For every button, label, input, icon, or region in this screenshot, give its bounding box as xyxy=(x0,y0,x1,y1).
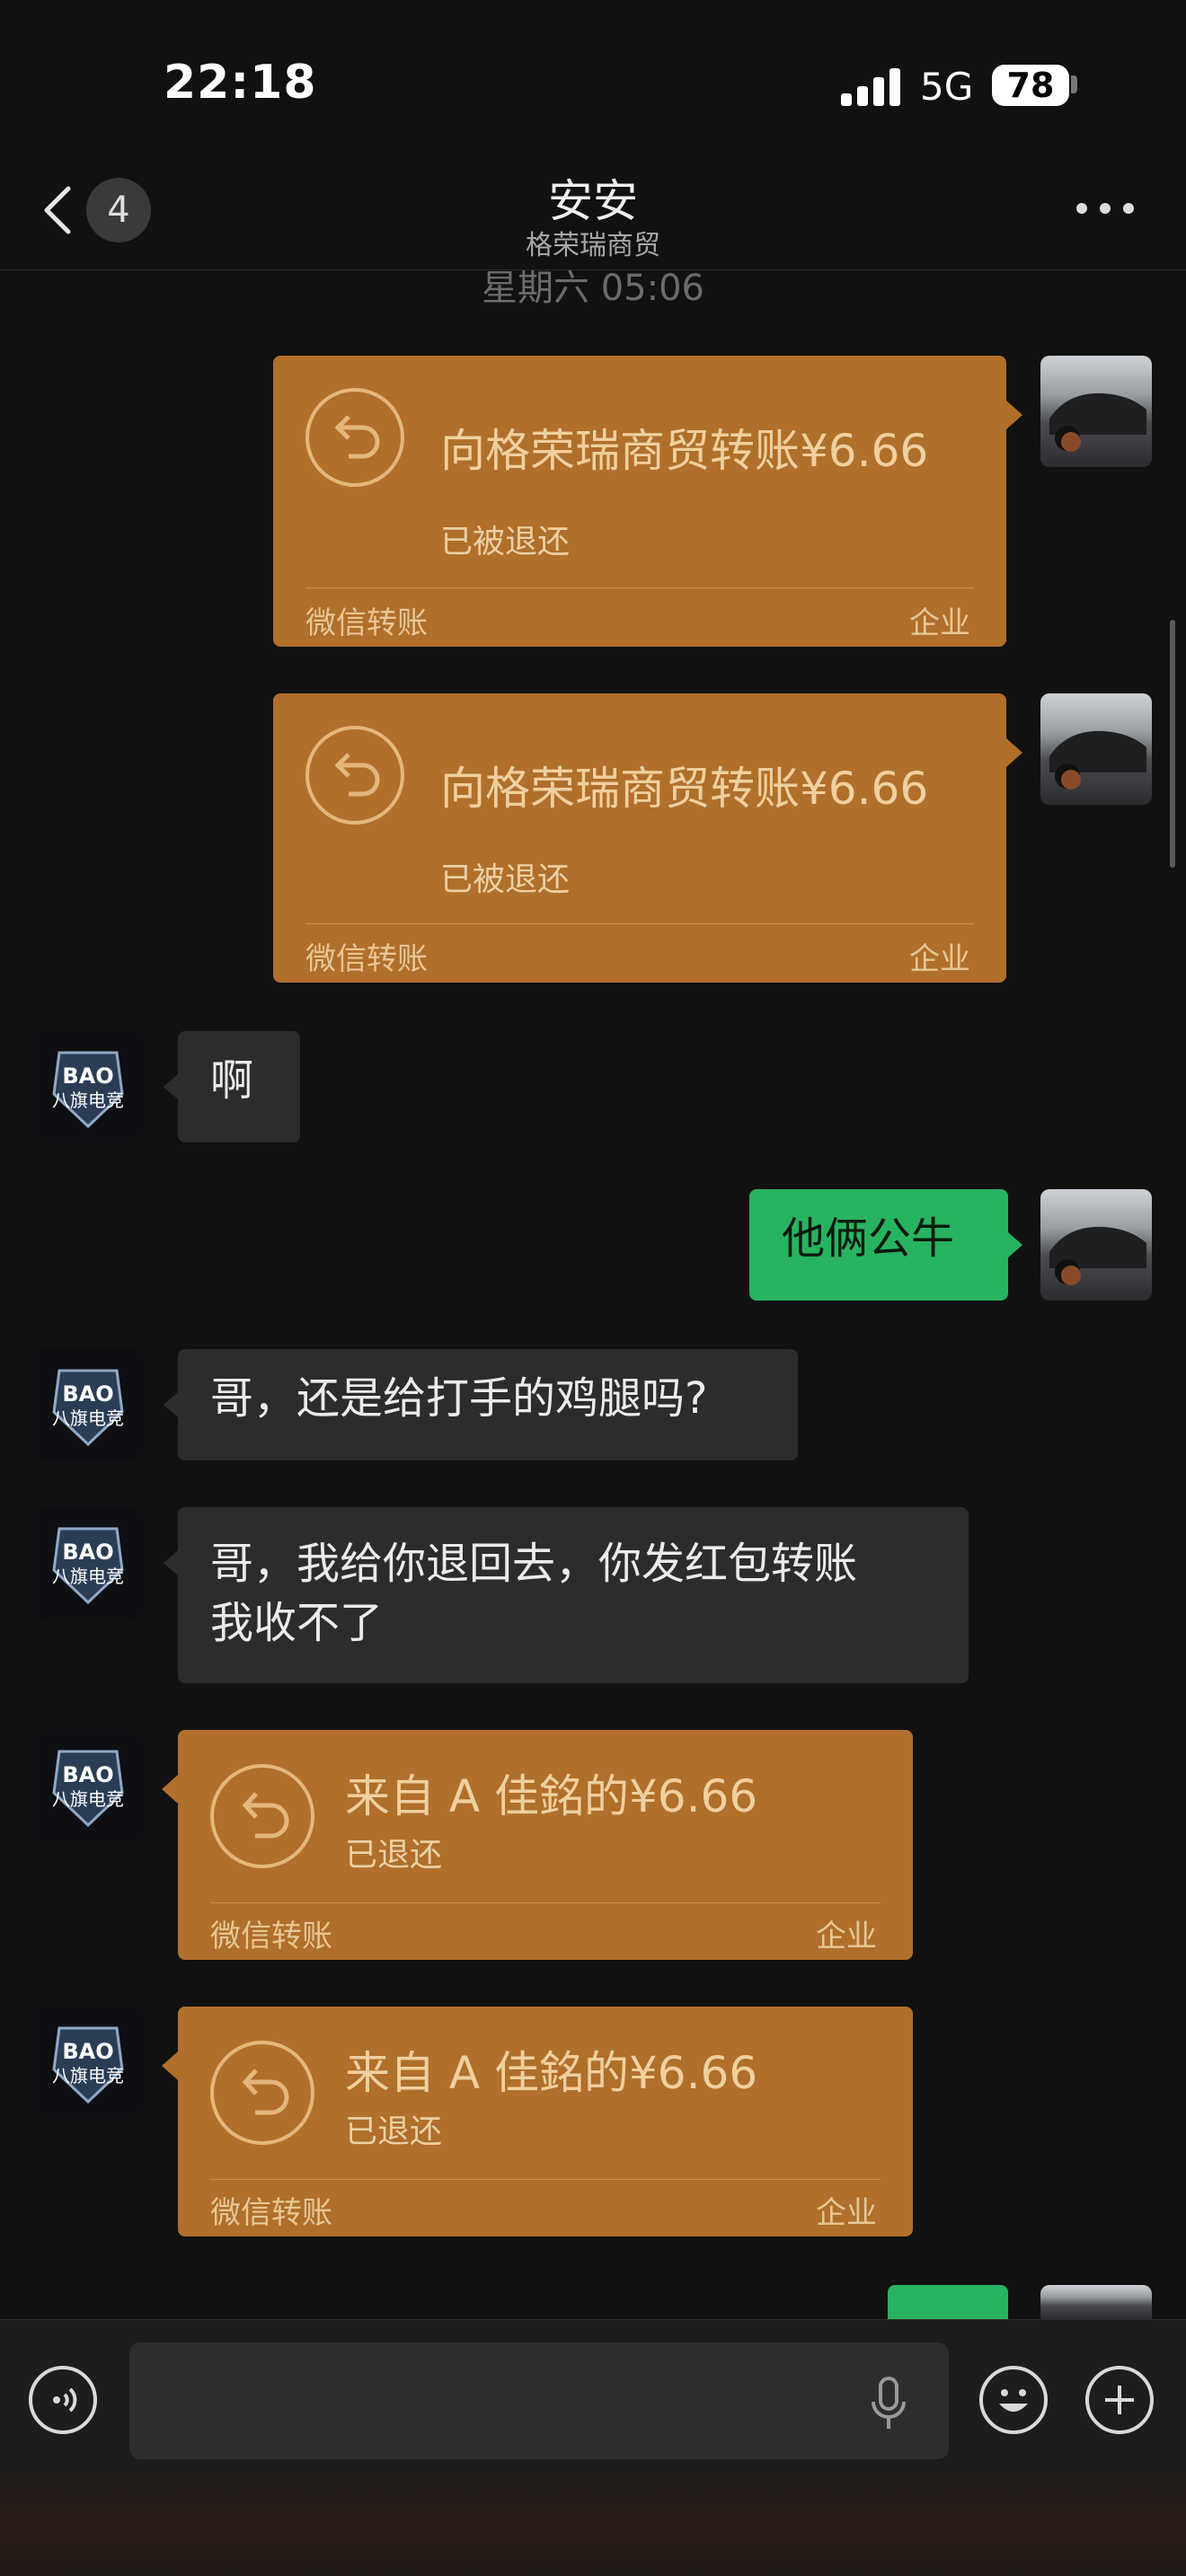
card-divider xyxy=(305,587,974,588)
card-divider xyxy=(210,2179,881,2180)
return-arrow-icon xyxy=(210,2041,314,2145)
mic-icon[interactable] xyxy=(868,2377,909,2432)
transfer-source: 微信转账 xyxy=(305,941,428,977)
return-arrow-icon xyxy=(305,388,404,487)
battery-cap xyxy=(1071,75,1077,93)
outgoing-message-partial[interactable] xyxy=(888,2285,1008,2319)
transfer-amount: 来自 A 佳銘的¥6.66 xyxy=(345,2047,758,2099)
card-divider xyxy=(305,923,974,924)
input-bar-divider xyxy=(0,2319,1186,2320)
transfer-status: 已退还 xyxy=(345,2113,443,2150)
emoji-icon[interactable] xyxy=(979,2366,1048,2434)
self-avatar[interactable] xyxy=(1040,1189,1152,1301)
incoming-message[interactable]: 啊 xyxy=(178,1031,300,1142)
svg-text:BAO: BAO xyxy=(62,1539,113,1565)
transfer-status: 已被退还 xyxy=(440,861,571,898)
message-input[interactable] xyxy=(129,2342,949,2459)
signal-icon xyxy=(841,68,902,106)
voice-icon[interactable] xyxy=(29,2366,97,2434)
return-arrow-icon xyxy=(210,1764,314,1868)
self-avatar[interactable] xyxy=(1040,2285,1152,2319)
bubble-tail xyxy=(164,1074,178,1099)
transfer-tag: 企业 xyxy=(816,1919,877,1954)
status-time: 22:18 xyxy=(164,56,317,110)
self-avatar[interactable] xyxy=(1040,693,1152,805)
bubble-tail xyxy=(162,1775,178,1804)
bubble-tail xyxy=(162,2051,178,2080)
contact-avatar[interactable]: BAO 八旗电竞 xyxy=(32,2007,144,2118)
svg-text:八旗电竞: 八旗电竞 xyxy=(52,1407,124,1429)
transfer-amount: 向格荣瑞商贸转账¥6.66 xyxy=(440,425,929,477)
home-indicator-area xyxy=(0,2461,1186,2576)
transfer-amount: 来自 A 佳銘的¥6.66 xyxy=(345,1770,758,1822)
transfer-card-outgoing[interactable]: 向格荣瑞商贸转账¥6.66 已被退还 微信转账 企业 xyxy=(273,356,1006,647)
transfer-status: 已退还 xyxy=(345,1837,443,1874)
incoming-message[interactable]: 哥，还是给打手的鸡腿吗? xyxy=(178,1349,798,1460)
svg-text:BAO: BAO xyxy=(62,2039,113,2064)
network-type: 5G xyxy=(920,65,974,109)
contact-avatar[interactable]: BAO 八旗电竞 xyxy=(32,1507,144,1619)
transfer-source: 微信转账 xyxy=(210,1919,332,1954)
incoming-message[interactable]: 哥，我给你退回去，你发红包转账 我收不了 xyxy=(178,1507,969,1683)
more-icon[interactable] xyxy=(1076,203,1139,217)
transfer-amount: 向格荣瑞商贸转账¥6.66 xyxy=(440,763,929,815)
transfer-source: 微信转账 xyxy=(210,2195,332,2231)
bubble-tail xyxy=(1006,401,1022,429)
svg-text:八旗电竞: 八旗电竞 xyxy=(52,1566,124,1587)
transfer-card-incoming[interactable]: 来自 A 佳銘的¥6.66 已退还 微信转账 企业 xyxy=(178,2007,913,2236)
contact-avatar[interactable]: BAO 八旗电竞 xyxy=(32,1031,144,1142)
scrollbar[interactable] xyxy=(1170,620,1175,868)
message-line: 哥，我给你退回去，你发红包转账 xyxy=(210,1539,858,1589)
self-avatar[interactable] xyxy=(1040,356,1152,467)
bubble-tail xyxy=(164,1550,178,1575)
transfer-card-incoming[interactable]: 来自 A 佳銘的¥6.66 已退还 微信转账 企业 xyxy=(178,1730,913,1960)
transfer-status: 已被退还 xyxy=(440,524,571,560)
message-line: 我收不了 xyxy=(210,1598,384,1648)
chat-title: 安安 xyxy=(548,175,638,227)
card-divider xyxy=(210,1902,881,1903)
outgoing-message[interactable]: 他俩公牛 xyxy=(749,1189,1008,1301)
contact-avatar[interactable]: BAO 八旗电竞 xyxy=(32,1730,144,1841)
svg-text:BAO: BAO xyxy=(62,1063,113,1089)
transfer-card-outgoing[interactable]: 向格荣瑞商贸转账¥6.66 已被退还 微信转账 企业 xyxy=(273,693,1006,983)
chat-subtitle: 格荣瑞商贸 xyxy=(526,230,660,261)
message-timestamp: 星期六 05:06 xyxy=(482,268,704,309)
transfer-tag: 企业 xyxy=(909,605,970,641)
svg-text:BAO: BAO xyxy=(62,1762,113,1787)
transfer-tag: 企业 xyxy=(909,941,970,977)
return-arrow-icon xyxy=(305,726,404,825)
svg-text:八旗电竞: 八旗电竞 xyxy=(52,1788,124,1810)
battery-icon: 78 xyxy=(992,65,1069,106)
bubble-tail xyxy=(1008,1232,1022,1257)
contact-avatar[interactable]: BAO 八旗电竞 xyxy=(32,1349,144,1460)
transfer-tag: 企业 xyxy=(816,2195,877,2231)
bubble-tail xyxy=(164,1392,178,1417)
plus-icon[interactable] xyxy=(1085,2366,1154,2434)
svg-text:八旗电竞: 八旗电竞 xyxy=(52,1090,124,1111)
svg-text:八旗电竞: 八旗电竞 xyxy=(52,2065,124,2086)
transfer-source: 微信转账 xyxy=(305,605,428,641)
svg-text:BAO: BAO xyxy=(62,1381,113,1407)
bubble-tail xyxy=(1006,738,1022,767)
